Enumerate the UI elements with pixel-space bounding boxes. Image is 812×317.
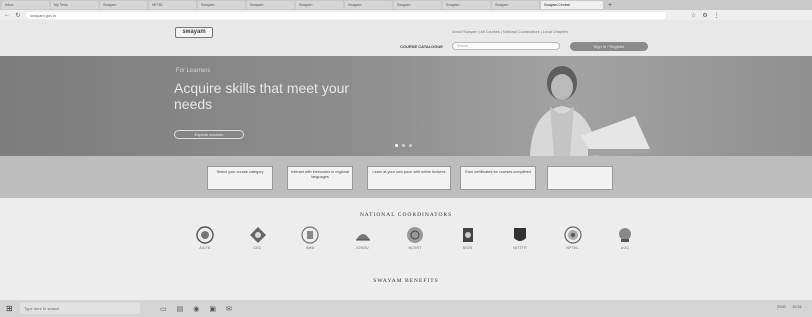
windows-start-icon[interactable]: ⊞ <box>6 304 20 313</box>
browser-app-icon[interactable]: ◉ <box>193 305 199 313</box>
system-tray: ENG 10:51 <box>777 304 802 309</box>
carousel-dot[interactable] <box>395 144 398 147</box>
search-input[interactable]: Search <box>452 42 560 50</box>
browser-tab[interactable]: Inbox <box>2 1 49 9</box>
hero-person-image <box>530 66 650 156</box>
extensions-icon[interactable]: ⚙ <box>702 12 707 19</box>
browser-tab[interactable]: My Tests <box>51 1 98 9</box>
browser-tab-active[interactable]: Swayam Central <box>541 1 603 9</box>
mail-icon[interactable]: ✉ <box>226 305 232 313</box>
nitttr-logo-icon <box>514 228 526 241</box>
aicte-logo-icon <box>196 226 214 244</box>
ignou-logo-icon <box>355 234 370 241</box>
browser-tab[interactable]: Swayam <box>492 1 539 9</box>
browser-tab[interactable]: Swayam <box>394 1 441 9</box>
site-header: swayam About Swayam | All Courses | Nati… <box>0 20 812 56</box>
browser-tab[interactable]: Swayam <box>247 1 294 9</box>
ncert-logo-icon <box>407 227 423 243</box>
benefits-heading: SWAYAM BENEFITS <box>373 278 439 284</box>
windows-taskbar: ⊞ Type here to search ▭ ▤ ◉ ▣ ✉ ENG 10:5… <box>0 300 812 317</box>
reload-icon[interactable]: ↻ <box>15 12 21 19</box>
coordinator-aicte[interactable]: AICTE <box>185 226 225 250</box>
coordinator-nptel[interactable]: NPTEL <box>553 226 593 250</box>
url-field[interactable]: swayam.gov.in <box>26 11 666 19</box>
language-indicator[interactable]: ENG <box>777 304 786 309</box>
browser-tab[interactable]: Swayam <box>345 1 392 9</box>
browser-tab-bar: Inbox My Tests Swayam NPTEL Swayam Swaya… <box>0 0 812 10</box>
cec-logo-icon <box>249 227 266 243</box>
browser-tab[interactable]: NPTEL <box>149 1 196 9</box>
browser-tab[interactable]: Swayam <box>443 1 490 9</box>
carousel-indicators <box>395 144 412 147</box>
info-box[interactable]: Learn at your own pace with online lectu… <box>367 166 451 190</box>
clock[interactable]: 10:51 <box>792 304 802 309</box>
coordinator-ncert[interactable]: NCERT <box>395 226 435 250</box>
store-icon[interactable]: ▣ <box>209 305 216 313</box>
back-icon[interactable]: ← <box>4 12 10 18</box>
address-bar: ← ↻ swayam.gov.in ☆ ⚙ ⋮ <box>0 10 812 20</box>
coordinator-nitttr[interactable]: NITTTR <box>500 226 540 250</box>
course-catalogue-menu[interactable]: COURSE CATALOGUE <box>400 44 443 49</box>
info-strip: Select your course category Interact wit… <box>0 156 812 198</box>
coordinators-heading: NATIONAL COORDINATORS <box>359 212 453 218</box>
hero-cta-button[interactable]: Explore courses <box>174 130 244 139</box>
nios-logo-icon <box>462 228 473 242</box>
task-view-icon[interactable]: ▭ <box>160 305 167 313</box>
nptel-logo-icon <box>563 226 582 244</box>
iimb-logo-icon <box>301 226 319 244</box>
coordinators-list: AICTE CEC IIMB IGNOU NCERT NIOS NITTTR N… <box>185 226 645 250</box>
browser-tab[interactable]: Swayam <box>100 1 147 9</box>
coordinator-ignou[interactable]: IGNOU <box>343 226 383 250</box>
hero-eyebrow: For Learners <box>176 68 211 74</box>
info-box[interactable]: Earn certificates for courses completed <box>460 166 536 190</box>
browser-tab[interactable]: Swayam <box>198 1 245 9</box>
taskbar-apps: ▭ ▤ ◉ ▣ ✉ <box>160 305 232 313</box>
coordinator-nios[interactable]: NIOS <box>448 226 488 250</box>
coordinator-iimb[interactable]: IIMB <box>290 226 330 250</box>
swayam-logo[interactable]: swayam <box>175 27 213 38</box>
carousel-dot[interactable] <box>409 144 412 147</box>
carousel-dot[interactable] <box>402 144 405 147</box>
star-icon[interactable]: ☆ <box>691 12 696 19</box>
top-nav-links[interactable]: About Swayam | All Courses | National Co… <box>452 30 568 34</box>
info-box[interactable]: Select your course category <box>207 166 273 190</box>
taskbar-search-input[interactable]: Type here to search <box>20 303 140 314</box>
menu-icon[interactable]: ⋮ <box>714 12 720 19</box>
file-explorer-icon[interactable]: ▤ <box>177 305 184 313</box>
new-tab-button[interactable]: + <box>605 2 615 9</box>
hero-title: Acquire skills that meet your needs <box>174 80 350 112</box>
signin-button[interactable]: Sign In / Register <box>570 42 648 51</box>
info-box[interactable]: Interact with instructors in regional la… <box>287 166 353 190</box>
info-box[interactable] <box>547 166 613 190</box>
coordinator-cec[interactable]: CEC <box>238 226 278 250</box>
hero-banner: For Learners Acquire skills that meet yo… <box>0 56 812 156</box>
browser-tab[interactable]: Swayam <box>296 1 343 9</box>
main-content: NATIONAL COORDINATORS AICTE CEC IIMB IGN… <box>0 198 812 300</box>
coordinator-ugc[interactable]: UGC <box>605 226 645 250</box>
ugc-logo-icon <box>619 228 631 242</box>
